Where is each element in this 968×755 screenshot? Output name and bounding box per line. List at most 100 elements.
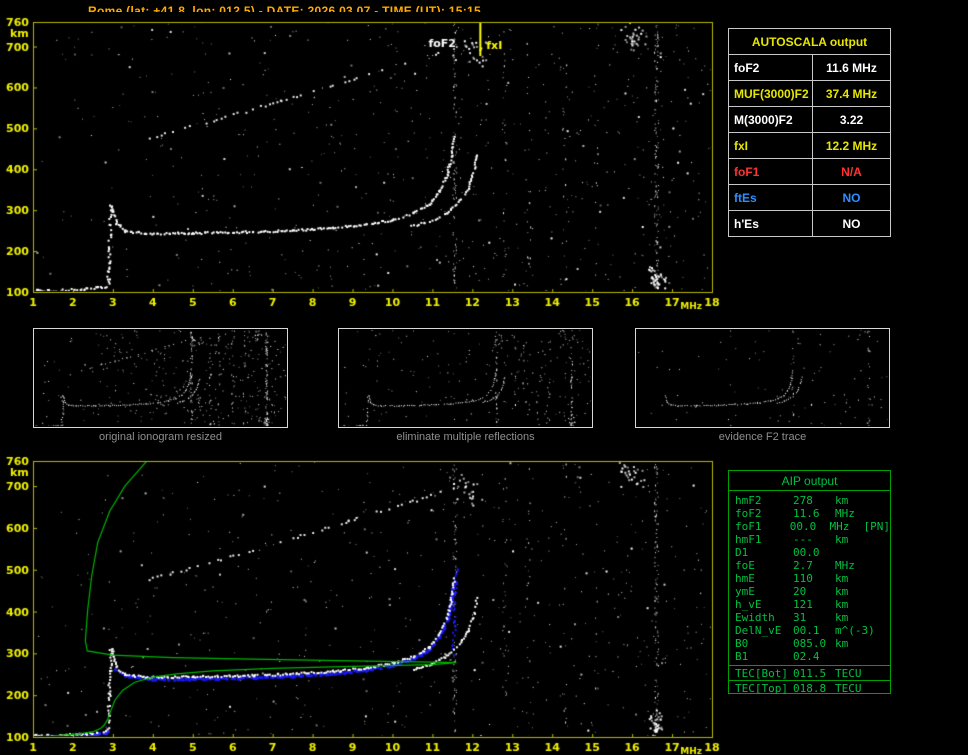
aip-row-D1: D1 00.0 [729, 546, 890, 559]
aip-row-Ewidth: Ewidth 31 km [729, 611, 890, 624]
param-name: DelN_vE [735, 624, 782, 637]
param-name: foE [735, 559, 755, 572]
aip-row-foE: foE 2.7 MHz [729, 559, 890, 572]
param-name: ymE [735, 585, 755, 598]
thumbnail-eliminate-reflections [338, 328, 593, 428]
param-name: hmF2 [735, 494, 762, 507]
row-value: NO [812, 184, 891, 211]
row-value: NO [812, 210, 891, 237]
table-row-foF1: foF1 N/A [728, 158, 891, 185]
aip-row-ymE: ymE 20 km [729, 585, 890, 598]
param-note [871, 507, 890, 520]
table-row-muf3000f2: MUF(3000)F2 37.4 MHz [728, 80, 891, 107]
param-name: hmF1 [735, 533, 762, 546]
param-note [871, 494, 890, 507]
table-row-foF2: foF2 11.6 MHz [728, 54, 891, 81]
param-value: --- [793, 533, 813, 546]
thumbnail-evidence-f2 [635, 328, 890, 428]
aip-row-h_vE: h_vE 121 km [729, 598, 890, 611]
param-value: 00.1 [793, 624, 820, 637]
param-value: 11.6 [793, 507, 820, 520]
param-note [871, 611, 890, 624]
row-label: ftEs [728, 184, 813, 211]
row-label: foF1 [728, 158, 813, 185]
param-unit [835, 546, 871, 559]
param-unit: km [835, 611, 849, 624]
param-value: 278 [793, 494, 813, 507]
row-label: h'Es [728, 210, 813, 237]
row-value: N/A [812, 158, 891, 185]
aip-row-foF2: foF2 11.6 MHz [729, 507, 890, 520]
row-value: 3.22 [812, 106, 891, 133]
autoscala-table-header: AUTOSCALA output [728, 28, 891, 55]
param-name: Ewidth [735, 611, 775, 624]
param-note [871, 637, 890, 650]
row-label: foF2 [728, 54, 813, 81]
table-row-m3000f2: M(3000)F2 3.22 [728, 106, 891, 133]
param-unit [835, 650, 871, 663]
aip-row-tec-bot: TEC[Bot] 011.5 TECU [729, 665, 890, 680]
param-unit: TECU [835, 682, 862, 695]
param-unit: MHz [835, 507, 855, 520]
aip-row-hmE: hmE 110 km [729, 572, 890, 585]
param-name: foF1 [735, 520, 762, 533]
thumbnail-evidence-canvas [636, 329, 889, 427]
ionogram-plot-bottom-with-profile [0, 449, 730, 755]
param-note: [PN] [863, 520, 891, 533]
row-value: 11.6 MHz [812, 54, 891, 81]
autoscala-table-title: AUTOSCALA output [728, 28, 891, 55]
param-name: B1 [735, 650, 749, 663]
param-unit: km [835, 533, 849, 546]
param-value: 2.7 [793, 559, 813, 572]
aip-table-title: AIP output [729, 471, 890, 491]
param-note [871, 598, 890, 611]
param-unit: MHz [835, 559, 855, 572]
param-note [871, 533, 890, 546]
param-name: B0 [735, 637, 749, 650]
param-unit: km [835, 598, 849, 611]
param-value: 085.0 [793, 637, 827, 650]
table-row-fxI: fxI 12.2 MHz [728, 132, 891, 159]
param-note [871, 572, 890, 585]
param-note [871, 546, 890, 559]
param-unit: km [835, 637, 849, 650]
table-row-ftEs: ftEs NO [728, 184, 891, 211]
thumbnail-caption-evidence: evidence F2 trace [718, 431, 807, 443]
aip-row-hmF1: hmF1 --- km [729, 533, 890, 546]
param-unit: km [835, 494, 849, 507]
aip-row-B0: B0 085.0 km [729, 637, 890, 650]
thumbnail-caption-eliminate: eliminate multiple reflections [396, 431, 535, 443]
aip-row-hmF2: hmF2 278 km [729, 494, 890, 507]
thumbnail-caption-original: original ionogram resized [99, 431, 222, 443]
thumbnail-eliminate-canvas [339, 329, 592, 427]
aip-row-B1: B1 02.4 [729, 650, 890, 663]
row-label: M(3000)F2 [728, 106, 813, 133]
param-note [871, 585, 890, 598]
param-value: 20 [793, 585, 807, 598]
param-value: 121 [793, 598, 813, 611]
param-value: 00.0 [789, 520, 817, 533]
param-name: TEC[Top] [735, 682, 788, 695]
param-unit: m^(-3) [835, 624, 875, 637]
param-note [871, 624, 890, 637]
param-name: hmE [735, 572, 755, 585]
autoscala-window: Rome (lat: +41.8, lon: 012.5) - DATE: 20… [0, 0, 968, 755]
thumbnail-original-canvas [34, 329, 287, 427]
ionogram-plot-top [0, 12, 730, 314]
aip-output-table: AIP output hmF2 278 km foF2 11.6 MHz foF… [728, 470, 891, 695]
param-unit: TECU [835, 667, 862, 680]
param-name: TEC[Bot] [735, 667, 788, 680]
aip-row-DelN_vE: DelN_vE 00.1 m^(-3) [729, 624, 890, 637]
param-unit: km [835, 572, 849, 585]
param-note [871, 650, 890, 663]
row-value: 37.4 MHz [812, 80, 891, 107]
aip-row-tec-top: TEC[Top] 018.8 TECU [729, 680, 890, 695]
aip-row-foF1: foF1 00.0 MHz [PN] [729, 520, 890, 533]
param-value: 00.0 [793, 546, 820, 559]
param-value: 018.8 [793, 682, 827, 695]
autoscala-output-table: AUTOSCALA output foF2 11.6 MHz MUF(3000)… [728, 28, 891, 237]
param-value: 31 [793, 611, 807, 624]
table-row-hEs: h'Es NO [728, 210, 891, 237]
param-note [871, 559, 890, 572]
param-name: D1 [735, 546, 749, 559]
